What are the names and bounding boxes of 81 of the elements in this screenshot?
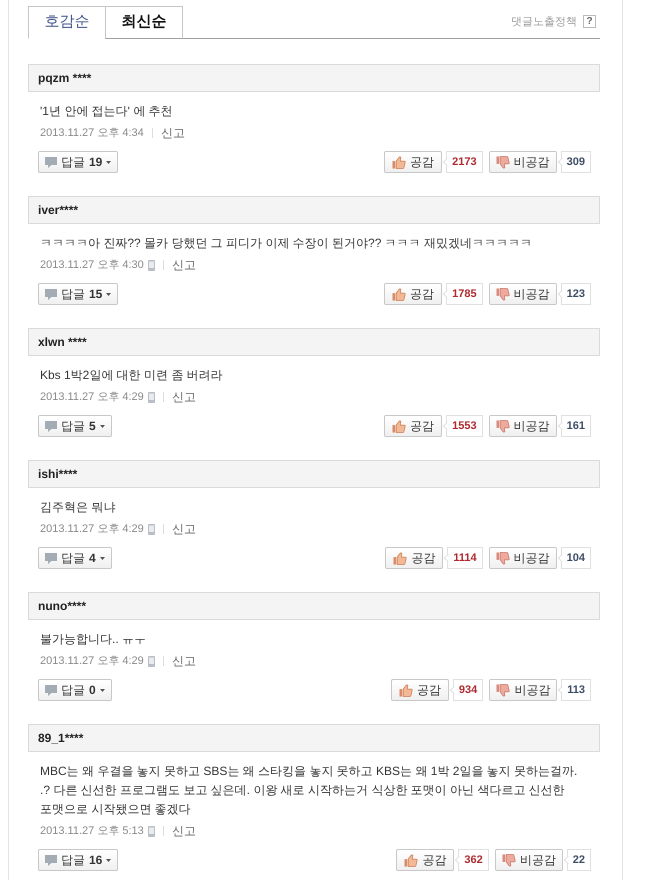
speech-bubble-icon [45, 684, 57, 696]
dislike-button[interactable]: 비공감 [494, 849, 563, 871]
username: nuno**** [38, 598, 86, 615]
like-button[interactable]: 공감 [396, 849, 454, 871]
like-button[interactable]: 공감 [384, 415, 442, 437]
username: pqzm **** [38, 70, 92, 87]
thumbs-up-icon [392, 420, 406, 432]
username: ishi**** [38, 466, 78, 483]
thumbs-up-icon [404, 854, 418, 866]
thumbs-down-icon [496, 288, 510, 300]
like-count: 1114 [443, 547, 483, 569]
reply-button[interactable]: 답글 16 [38, 849, 118, 871]
dislike-count: 161 [556, 415, 591, 437]
report-link[interactable]: 신고 [172, 520, 196, 538]
comment-text: 김주혁은 뭐냐 [40, 499, 116, 516]
caret-icon [106, 292, 112, 296]
dislike-button[interactable]: 비공감 [488, 547, 557, 569]
like-button[interactable]: 공감 [390, 679, 449, 701]
report-link[interactable]: 신고 [172, 256, 196, 274]
like-button[interactable]: 공감 [384, 283, 442, 305]
reply-button[interactable]: 답글 0 [38, 679, 112, 701]
caret-icon [106, 160, 112, 164]
like-button[interactable]: 공감 [384, 151, 442, 173]
dislike-count: 104 [556, 547, 591, 569]
comment-date: 2013.11.27 오후 4:34 [40, 126, 144, 141]
comment-text: MBC는 왜 우결을 놓지 못하고 SBS는 왜 스타킹을 놓지 못하고 KBS는 왜 1박 2일을 놓지 못하는걸까. .? 다른 신선한 프로그램도 보고 싶은데. 이왕 새로 시작하는거 식상한 포맷이 아닌 색다르고 신선한 포맷으로 시작됐으면 좋겠다 [40, 763, 578, 818]
thumbs-down-icon [502, 854, 516, 866]
comment-date: 2013.11.27 오후 5:13 [40, 824, 144, 839]
caret-icon [100, 556, 105, 560]
like-count: 1553 [442, 415, 483, 437]
dislike-button[interactable]: 비공감 [488, 415, 557, 437]
like-count: 934 [448, 679, 484, 701]
sort-tab[interactable]: 최신순 [105, 6, 183, 39]
speech-bubble-icon [45, 854, 57, 866]
thumbs-up-icon [392, 156, 406, 168]
dislike-count: 22 [562, 849, 591, 871]
thumbs-down-icon [496, 420, 510, 432]
report-link[interactable]: 신고 [172, 388, 196, 406]
comment-text: ㅋㅋㅋㅋ아 진짜?? 몰카 당했던 그 피디가 이제 수장이 된거야?? ㅋㅋㅋ 재밌겠네ㅋㅋㅋㅋㅋ [40, 235, 534, 252]
sort-tab[interactable]: 호감순 [28, 6, 106, 39]
username: iver**** [38, 202, 78, 219]
comment-date: 2013.11.27 오후 4:29 [40, 522, 144, 537]
comment-text: Kbs 1박2일에 대한 미련 좀 버려라 [40, 367, 224, 384]
report-link[interactable]: 신고 [172, 822, 196, 840]
dislike-button[interactable]: 비공감 [488, 151, 557, 173]
comment-date: 2013.11.27 오후 4:29 [40, 654, 144, 669]
thumbs-down-icon [496, 684, 510, 696]
reply-button[interactable]: 답글 15 [38, 283, 118, 305]
speech-bubble-icon [45, 552, 57, 564]
report-link[interactable]: 신고 [172, 652, 196, 670]
username: xlwn **** [38, 334, 87, 351]
speech-bubble-icon [45, 156, 57, 168]
comment-text: 불가능합니다.. ㅠㅜ [40, 631, 148, 648]
caret-icon [106, 858, 112, 862]
speech-bubble-icon [45, 288, 57, 300]
thumbs-up-icon [398, 684, 413, 696]
dislike-count: 113 [557, 679, 591, 701]
thumbs-down-icon [496, 156, 510, 168]
thumbs-up-icon [393, 552, 408, 564]
comment-text: '1년 안에 접는다' 에 추천 [40, 103, 174, 120]
thumbs-down-icon [496, 552, 510, 564]
like-count: 2173 [442, 151, 483, 173]
like-count: 1785 [442, 283, 483, 305]
caret-icon [100, 424, 105, 428]
username: 89_1**** [38, 730, 84, 747]
caret-icon [100, 688, 105, 692]
help-button[interactable]: ? [583, 15, 596, 28]
reply-button[interactable]: 답글 4 [38, 547, 112, 569]
dislike-button[interactable]: 비공감 [488, 283, 557, 305]
dislike-count: 123 [556, 283, 591, 305]
reply-button[interactable]: 답글 19 [38, 151, 118, 173]
dislike-button[interactable]: 비공감 [489, 679, 558, 701]
speech-bubble-icon [45, 420, 57, 432]
like-button[interactable]: 공감 [385, 547, 444, 569]
report-link[interactable]: 신고 [160, 124, 185, 142]
dislike-count: 309 [556, 151, 591, 173]
reply-button[interactable]: 답글 5 [38, 415, 112, 437]
comment-date: 2013.11.27 오후 4:29 [40, 390, 144, 405]
like-count: 362 [454, 849, 489, 871]
comment-date: 2013.11.27 오후 4:30 [40, 258, 144, 273]
thumbs-up-icon [392, 288, 406, 300]
